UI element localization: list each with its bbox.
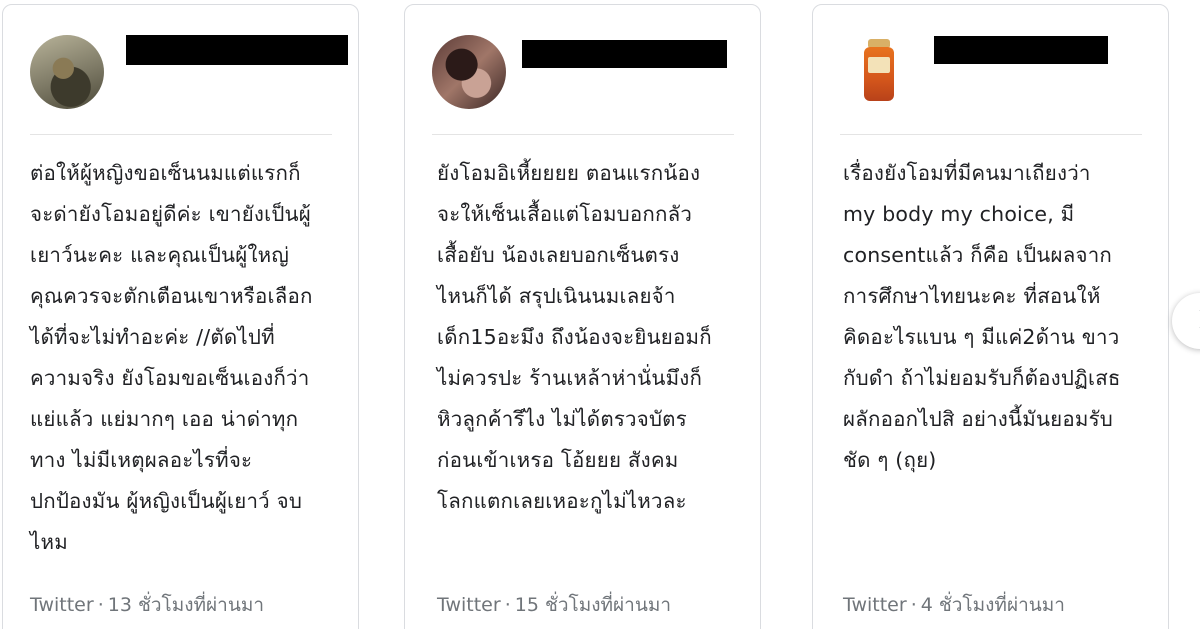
tweet-text: ยังโอมอิเหี้ยยยย ตอนแรกน้อง จะให้เซ็นเสื… [437, 161, 712, 513]
redacted-username [522, 40, 727, 68]
carousel-next-button[interactable] [1172, 293, 1200, 349]
jar-image [864, 39, 894, 103]
tweet-meta: Twitter · 15 ชั่วโมงที่ผ่านมา [437, 590, 671, 620]
meta-separator: · [910, 594, 917, 616]
tweet-source: Twitter [843, 594, 907, 616]
tweet-text: ต่อให้ผู้หญิงขอเซ็นนมแต่แรกก็ จะด่ายังโอ… [30, 161, 313, 554]
tweet-time: 13 ชั่วโมงที่ผ่านมา [107, 594, 265, 616]
avatar [432, 35, 506, 109]
tweet-meta: Twitter · 13 ชั่วโมงที่ผ่านมา [30, 590, 264, 620]
meta-separator: · [97, 594, 104, 616]
divider [30, 134, 332, 135]
tweet-time: 4 ชั่วโมงที่ผ่านมา [920, 594, 1065, 616]
tweet-card[interactable]: ยังโอมอิเหี้ยยยย ตอนแรกน้อง จะให้เซ็นเสื… [404, 4, 761, 629]
avatar [30, 35, 104, 109]
redacted-username [934, 36, 1108, 64]
tweet-source: Twitter [30, 594, 94, 616]
twitter-results-carousel: ต่อให้ผู้หญิงขอเซ็นนมแต่แรกก็ จะด่ายังโอ… [0, 0, 1200, 629]
tweet-text: เรื่องยังโอมที่มีคนมาเถียงว่า my body my… [843, 161, 1121, 472]
tweet-card[interactable]: ต่อให้ผู้หญิงขอเซ็นนมแต่แรกก็ จะด่ายังโอ… [2, 4, 359, 629]
divider [840, 134, 1142, 135]
chevron-right-icon [1191, 309, 1200, 329]
tweet-source: Twitter [437, 594, 501, 616]
meta-separator: · [504, 594, 511, 616]
avatar [840, 35, 914, 109]
tweet-time: 15 ชั่วโมงที่ผ่านมา [514, 594, 672, 616]
divider [432, 134, 734, 135]
redacted-username [126, 35, 348, 65]
tweet-meta: Twitter · 4 ชั่วโมงที่ผ่านมา [843, 590, 1065, 620]
tweet-card[interactable]: เรื่องยังโอมที่มีคนมาเถียงว่า my body my… [812, 4, 1169, 629]
